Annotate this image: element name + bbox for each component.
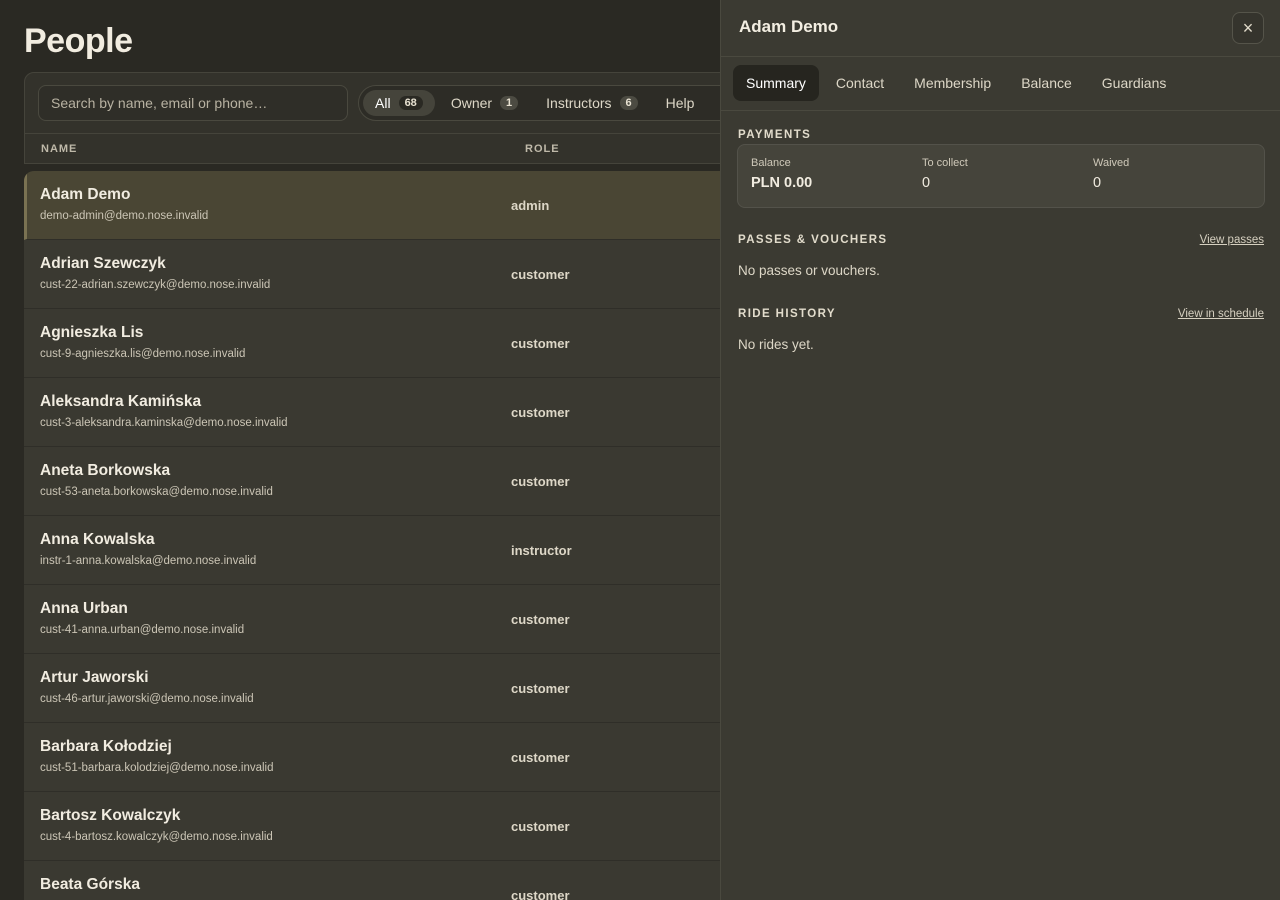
filter-instructors[interactable]: Instructors 6: [534, 90, 649, 116]
to-collect-value: 0: [922, 175, 931, 191]
people-toolbar: All 68 Owner 1 Instructors 6 Help NAME R…: [24, 72, 758, 164]
table-row[interactable]: Adam Demo demo-admin@demo.nose.invalid a…: [24, 171, 744, 240]
person-email: demo-admin@demo.nose.invalid: [40, 210, 209, 222]
person-role: customer: [511, 474, 570, 489]
person-email: cust-46-artur.jaworski@demo.nose.invalid: [40, 693, 254, 705]
tabs-divider: [721, 110, 1280, 111]
person-name: Anna Kowalska: [40, 531, 155, 548]
close-icon: ×: [1242, 17, 1254, 38]
person-role: customer: [511, 405, 570, 420]
filter-count: 68: [398, 96, 423, 110]
table-row[interactable]: Aleksandra Kamińska cust-3-aleksandra.ka…: [24, 378, 744, 447]
tab-contact[interactable]: Contact: [823, 65, 897, 101]
table-header: NAME ROLE: [25, 133, 743, 164]
filter-owner[interactable]: Owner 1: [439, 90, 530, 116]
person-name: Agnieszka Lis: [40, 324, 144, 341]
search-input[interactable]: [38, 85, 348, 121]
view-in-schedule-link[interactable]: View in schedule: [1178, 308, 1264, 320]
filter-help[interactable]: Help: [654, 90, 707, 116]
close-button[interactable]: ×: [1232, 12, 1264, 44]
passes-section-title: PASSES & VOUCHERS: [738, 234, 888, 246]
filter-count: 1: [500, 96, 519, 110]
person-role: customer: [511, 750, 570, 765]
person-name: Artur Jaworski: [40, 669, 149, 686]
drawer-title: Adam Demo: [739, 17, 839, 36]
column-header-name[interactable]: NAME: [41, 143, 77, 155]
table-row[interactable]: Agnieszka Lis cust-9-agnieszka.lis@demo.…: [24, 309, 744, 378]
person-role: instructor: [511, 543, 572, 558]
person-detail-drawer: Adam Demo × Summary Contact Membership B…: [720, 0, 1280, 900]
person-email: cust-3-aleksandra.kaminska@demo.nose.inv…: [40, 417, 288, 429]
person-role: customer: [511, 681, 570, 696]
drawer-header: Adam Demo ×: [721, 0, 1280, 57]
tab-balance[interactable]: Balance: [1008, 65, 1085, 101]
table-row[interactable]: Artur Jaworski cust-46-artur.jaworski@de…: [24, 654, 744, 723]
to-collect-stat: To collect 0: [922, 157, 968, 191]
rides-empty-text: No rides yet.: [738, 337, 814, 352]
filter-label: Help: [665, 95, 695, 111]
person-name: Beata Górska: [40, 876, 140, 893]
balance-value: PLN 0.00: [751, 175, 813, 191]
table-row[interactable]: Aneta Borkowska cust-53-aneta.borkowska@…: [24, 447, 744, 516]
waived-label: Waived: [1093, 157, 1130, 169]
person-email: cust-51-barbara.kolodziej@demo.nose.inva…: [40, 762, 274, 774]
table-row[interactable]: Beata Górska customer: [24, 861, 744, 900]
table-row[interactable]: Barbara Kołodziej cust-51-barbara.kolodz…: [24, 723, 744, 792]
rides-section-title: RIDE HISTORY: [738, 308, 836, 320]
filter-label: All: [375, 95, 391, 111]
balance-label: Balance: [751, 157, 791, 169]
person-role: customer: [511, 612, 570, 627]
tab-guardians[interactable]: Guardians: [1089, 65, 1180, 101]
person-email: cust-41-anna.urban@demo.nose.invalid: [40, 624, 245, 636]
table-row[interactable]: Adrian Szewczyk cust-22-adrian.szewczyk@…: [24, 240, 744, 309]
table-row[interactable]: Bartosz Kowalczyk cust-4-bartosz.kowalcz…: [24, 792, 744, 861]
column-header-role[interactable]: ROLE: [525, 143, 560, 155]
tab-membership[interactable]: Membership: [901, 65, 1004, 101]
person-name: Aneta Borkowska: [40, 462, 171, 479]
person-role: customer: [511, 267, 570, 282]
to-collect-label: To collect: [922, 157, 968, 169]
person-name: Barbara Kołodziej: [40, 738, 172, 755]
person-name: Adrian Szewczyk: [40, 255, 166, 272]
drawer-tabs: Summary Contact Membership Balance Guard…: [733, 65, 1179, 101]
person-name: Anna Urban: [40, 600, 128, 617]
passes-empty-text: No passes or vouchers.: [738, 263, 880, 278]
filter-count: 6: [619, 96, 638, 110]
balance-stat: Balance PLN 0.00: [751, 157, 812, 191]
role-filter-group: All 68 Owner 1 Instructors 6 Help: [358, 85, 758, 121]
person-email: cust-9-agnieszka.lis@demo.nose.invalid: [40, 348, 246, 360]
tab-summary[interactable]: Summary: [733, 65, 819, 101]
person-name: Aleksandra Kamińska: [40, 393, 202, 410]
person-role: admin: [511, 198, 550, 213]
page-title: People: [24, 22, 133, 60]
waived-stat: Waived 0: [1093, 157, 1129, 191]
waived-value: 0: [1093, 175, 1102, 191]
people-page: People All 68 Owner 1 Instructors 6 Help…: [0, 0, 1280, 900]
filter-label: Owner: [450, 95, 493, 111]
filter-label: Instructors: [546, 95, 612, 111]
table-row[interactable]: Anna Kowalska instr-1-anna.kowalska@demo…: [24, 516, 744, 585]
payments-card: Balance PLN 0.00 To collect 0 Waived 0: [737, 144, 1265, 208]
person-email: cust-4-bartosz.kowalczyk@demo.nose.inval…: [40, 831, 273, 843]
person-role: customer: [511, 888, 570, 900]
payments-section-title: PAYMENTS: [738, 129, 812, 141]
person-email: cust-53-aneta.borkowska@demo.nose.invali…: [40, 486, 273, 498]
person-role: customer: [511, 819, 570, 834]
person-name: Adam Demo: [40, 186, 131, 203]
person-role: customer: [511, 336, 570, 351]
table-row[interactable]: Anna Urban cust-41-anna.urban@demo.nose.…: [24, 585, 744, 654]
person-name: Bartosz Kowalczyk: [40, 807, 181, 824]
person-email: instr-1-anna.kowalska@demo.nose.invalid: [40, 555, 257, 567]
filter-all[interactable]: All 68: [363, 90, 435, 116]
person-email: cust-22-adrian.szewczyk@demo.nose.invali…: [40, 279, 271, 291]
view-passes-link[interactable]: View passes: [1200, 234, 1264, 246]
people-list: Adam Demo demo-admin@demo.nose.invalid a…: [24, 171, 744, 900]
